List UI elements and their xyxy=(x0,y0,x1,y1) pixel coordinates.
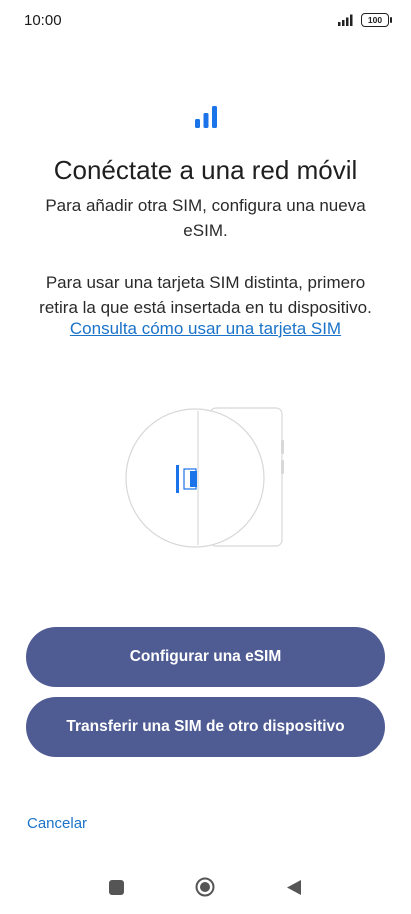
status-icons: 100 xyxy=(338,13,392,27)
sim-help-link[interactable]: Consulta cómo usar una tarjeta SIM xyxy=(0,319,411,339)
battery-icon: 100 xyxy=(361,13,392,27)
home-icon[interactable] xyxy=(195,877,215,897)
sim-tray-illustration xyxy=(125,407,284,548)
configure-esim-button[interactable]: Configurar una eSIM xyxy=(26,627,385,687)
cancel-button[interactable]: Cancelar xyxy=(27,815,87,832)
navigation-bar xyxy=(0,872,411,902)
setup-screen: 10:00 100 Conéctate a una red móvil Para… xyxy=(0,0,411,914)
signal-icon xyxy=(338,14,353,26)
status-bar: 10:00 100 xyxy=(0,0,411,44)
status-time: 10:00 xyxy=(24,12,62,29)
recents-icon[interactable] xyxy=(109,880,124,895)
back-icon[interactable] xyxy=(286,879,302,896)
page-title: Conéctate a una red móvil xyxy=(53,155,358,185)
instructions-text: Para usar una tarjeta SIM distinta, prim… xyxy=(39,273,372,317)
cell-signal-icon xyxy=(195,106,217,128)
transfer-sim-button[interactable]: Transferir una SIM de otro dispositivo xyxy=(26,697,385,757)
page-subtitle: Para añadir otra SIM, configura una nuev… xyxy=(45,196,366,240)
